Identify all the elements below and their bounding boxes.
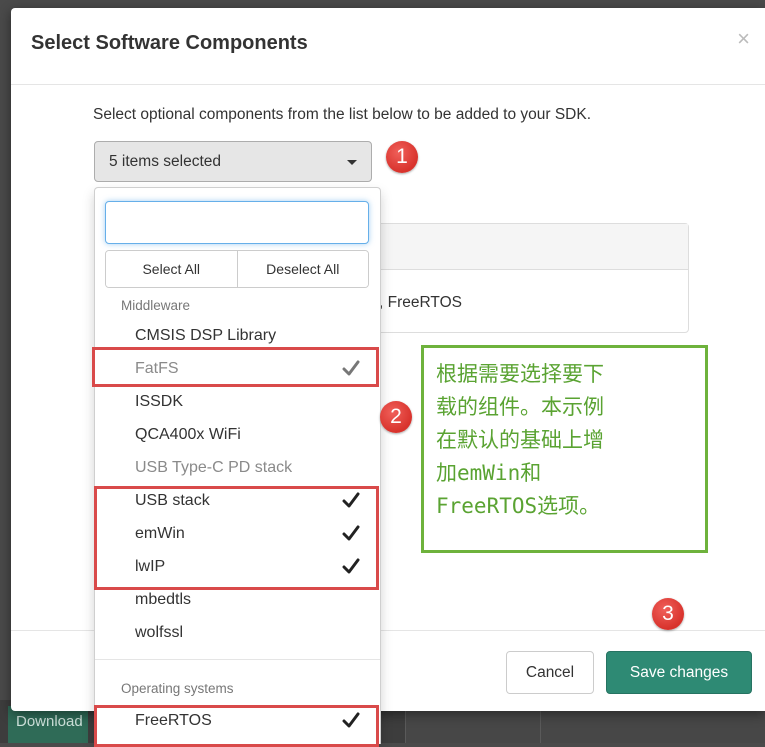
background-cell bbox=[540, 706, 765, 743]
intro-text: Select optional components from the list… bbox=[93, 106, 592, 123]
option-wolfssl[interactable]: wolfssl bbox=[95, 617, 380, 650]
option-label: QCA400x WiFi bbox=[135, 426, 241, 443]
panel-components-text: , FreeRTOS bbox=[379, 294, 462, 311]
components-select-button[interactable]: 5 items selected bbox=[94, 141, 372, 182]
step-badge-2: 2 bbox=[380, 401, 412, 433]
modal-title: Select Software Components bbox=[31, 32, 308, 54]
select-value: 5 items selected bbox=[109, 153, 221, 170]
option-label: ISSDK bbox=[135, 393, 184, 410]
option-qca400x-wifi[interactable]: QCA400x WiFi bbox=[95, 419, 380, 452]
group-header-middleware: Middleware bbox=[121, 298, 191, 313]
dropdown-search-input[interactable] bbox=[105, 201, 369, 244]
dropdown-actions: Select All Deselect All bbox=[105, 250, 369, 288]
components-dropdown-menu: Select All Deselect All Middleware CMSIS… bbox=[94, 187, 381, 744]
step-badge-3: 3 bbox=[652, 598, 684, 630]
background-download-button: Download bbox=[8, 706, 88, 743]
cancel-button[interactable]: Cancel bbox=[506, 651, 594, 694]
group-header-operating-systems: Operating systems bbox=[121, 681, 234, 696]
annotation-note: 根据需要选择要下 载的组件。本示例 在默认的基础上增 加emWin和 FreeR… bbox=[421, 345, 708, 553]
highlight-box-fatfs bbox=[92, 347, 379, 387]
deselect-all-button[interactable]: Deselect All bbox=[236, 251, 368, 287]
modal-header: Select Software Components × bbox=[11, 8, 765, 85]
step-badge-1: 1 bbox=[386, 141, 418, 173]
option-usb-type-c-pd-stack[interactable]: USB Type-C PD stack bbox=[95, 452, 380, 485]
option-label: mbedtls bbox=[135, 591, 192, 608]
caret-down-icon bbox=[347, 160, 357, 165]
background-cell bbox=[405, 706, 541, 743]
highlight-box-freertos bbox=[94, 705, 379, 747]
highlight-box-selected-items bbox=[94, 486, 379, 590]
select-all-button[interactable]: Select All bbox=[106, 251, 237, 287]
option-label: CMSIS DSP Library bbox=[135, 327, 277, 344]
option-label: wolfssl bbox=[135, 624, 184, 641]
save-changes-button[interactable]: Save changes bbox=[606, 651, 752, 694]
option-label: USB Type-C PD stack bbox=[135, 459, 293, 476]
close-icon[interactable]: × bbox=[737, 28, 750, 50]
option-issdk[interactable]: ISSDK bbox=[95, 386, 380, 419]
dropdown-divider bbox=[95, 659, 380, 660]
